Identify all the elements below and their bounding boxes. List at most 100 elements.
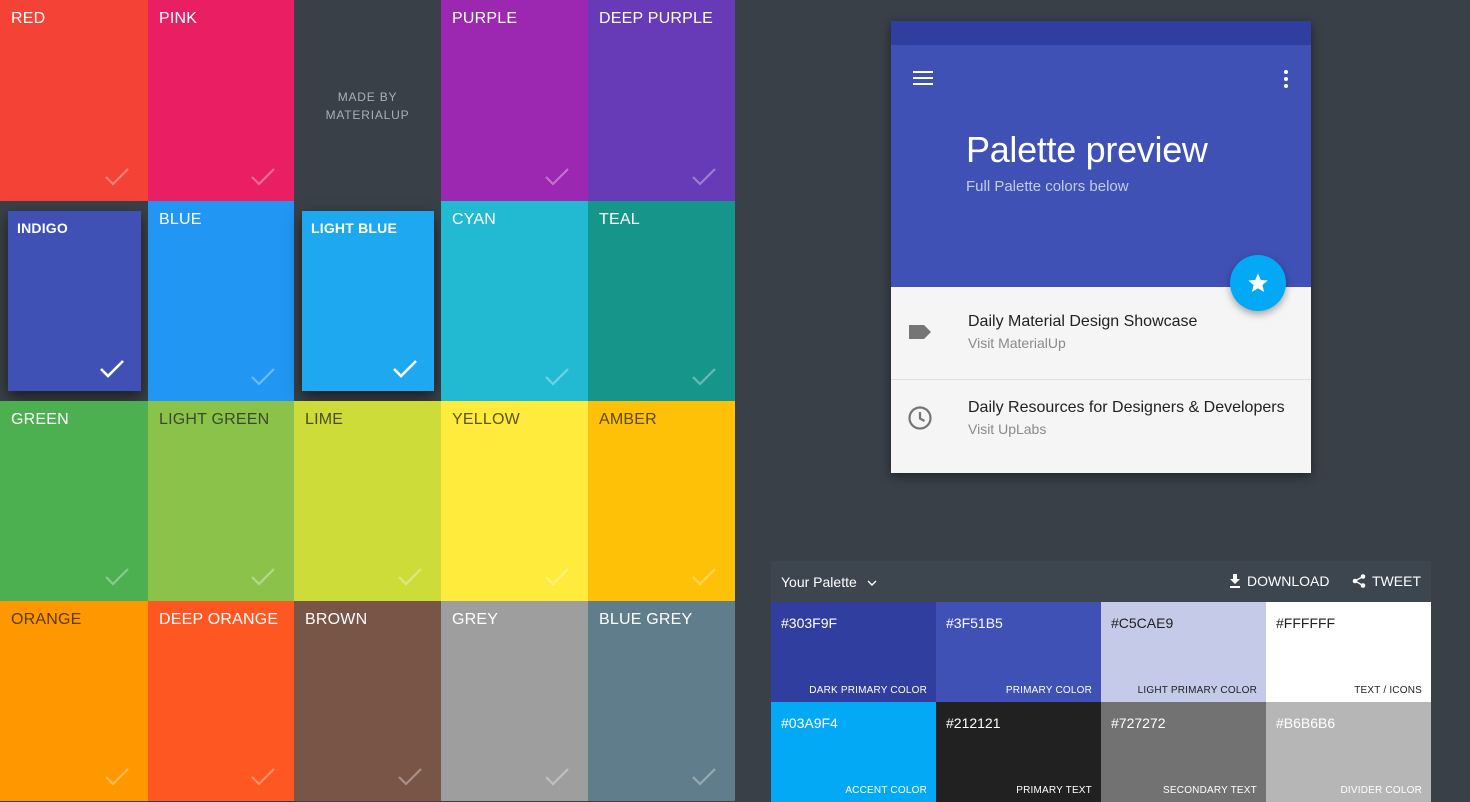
status-bar [891,21,1311,45]
color-tile-grey[interactable]: GREY [441,601,588,801]
list-item-primary: Daily Material Design Showcase [968,313,1198,330]
color-tile-label: DEEP ORANGE [159,611,279,628]
color-tile-blue-grey[interactable]: BLUE GREY [588,601,735,801]
swatch-role: PRIMARY TEXT [1016,785,1092,796]
list-item-secondary: Visit MaterialUp [968,335,1066,351]
color-tile-light-blue[interactable]: LIGHT BLUE [302,211,434,391]
color-tile-label: LIGHT BLUE [311,220,397,236]
swatch-role: DARK PRIMARY COLOR [809,685,927,696]
download-label: DOWNLOAD [1247,573,1330,589]
check-icon [545,568,569,586]
swatch-hex: #B6B6B6 [1276,715,1336,731]
color-tile-purple[interactable]: PURPLE [441,0,588,201]
swatch-hex: #212121 [946,715,1001,731]
color-tile-label: LIGHT GREEN [159,411,270,428]
check-icon [251,168,275,186]
list-item-primary: Daily Resources for Designers & Develope… [968,399,1285,416]
palette-swatch[interactable]: #B6B6B6 DIVIDER COLOR [1266,702,1431,802]
palette-swatch[interactable]: #212121 PRIMARY TEXT [936,702,1101,802]
share-icon [1352,574,1366,588]
check-icon [105,168,129,186]
palette-swatch[interactable]: #727272 SECONDARY TEXT [1101,702,1266,802]
color-tile-label: GREY [452,611,499,628]
check-icon [545,368,569,386]
list-item-uplabs[interactable]: Daily Resources for Designers & Develope… [891,373,1311,465]
swatch-role: ACCENT COLOR [845,785,927,796]
check-icon [398,768,422,786]
color-tile-pink[interactable]: PINK [148,0,294,201]
preview-title: Palette preview [966,129,1208,170]
color-tile-label: GREEN [11,411,69,428]
color-tile-cyan[interactable]: CYAN [441,201,588,401]
swatch-hex: #C5CAE9 [1111,615,1174,631]
color-tile-blue[interactable]: BLUE [148,201,294,401]
made-by-materialup[interactable]: MADE BY MATERIALUP [294,88,441,124]
palette-header: Your Palette DOWNLOAD TWEET [771,561,1431,602]
color-tile-orange[interactable]: ORANGE [0,601,148,801]
color-tile-label: RED [11,10,46,27]
swatch-hex: #3F51B5 [946,615,1003,631]
label-icon [907,319,933,345]
download-icon [1230,574,1240,588]
favorite-fab-button[interactable] [1230,255,1286,311]
tweet-button[interactable]: TWEET [1352,573,1421,589]
color-tile-label: PURPLE [452,10,518,27]
palette-swatch[interactable]: #C5CAE9 LIGHT PRIMARY COLOR [1101,602,1266,702]
color-tile-amber[interactable]: AMBER [588,401,735,601]
color-tile-teal[interactable]: TEAL [588,201,735,401]
check-icon [692,368,716,386]
check-icon [692,768,716,786]
swatch-role: SECONDARY TEXT [1163,785,1257,796]
swatch-role: TEXT / ICONS [1354,685,1422,696]
palette-swatch[interactable]: #03A9F4 ACCENT COLOR [771,702,936,802]
download-button[interactable]: DOWNLOAD [1229,573,1329,589]
swatch-hex: #303F9F [781,615,838,631]
star-icon [1248,273,1268,292]
check-icon [251,568,275,586]
check-icon [692,168,716,186]
clock-icon [907,405,933,431]
color-tile-lime[interactable]: LIME [294,401,441,601]
palette-swatch[interactable]: #FFFFFF TEXT / ICONS [1266,602,1431,702]
color-tile-label: ORANGE [11,611,82,628]
color-tile-label: PINK [159,10,198,27]
list-item-secondary: Visit UpLabs [968,421,1047,437]
color-tile-label: LIME [305,411,344,428]
your-palette-panel: Your Palette DOWNLOAD TWEET #303F9F DARK … [771,561,1431,802]
palette-preview-card: Palette preview Full Palette colors belo… [891,21,1311,473]
check-icon [398,568,422,586]
color-tile-indigo[interactable]: INDIGO [8,211,141,391]
color-grid: RED PINK MADE BY MATERIALUP PURPLE DEEP PURPL… [0,0,735,801]
check-icon [545,768,569,786]
check-icon [105,768,129,786]
color-tile-deep-orange[interactable]: DEEP ORANGE [148,601,294,801]
swatch-hex: #03A9F4 [781,715,838,731]
color-tile-brown[interactable]: BROWN [294,601,441,801]
color-tile-light-green[interactable]: LIGHT GREEN [148,401,294,601]
preview-subtitle: Full Palette colors below [966,178,1129,195]
check-icon [692,568,716,586]
color-tile-red[interactable]: RED [0,0,148,201]
color-tile-label: BLUE [159,211,202,228]
check-icon [105,568,129,586]
made-by-line: MATERIALUP [325,108,410,122]
color-tile-yellow[interactable]: YELLOW [441,401,588,601]
color-tile-label: CYAN [452,211,497,228]
color-tile-label: BLUE GREY [599,611,693,628]
more-vert-icon[interactable] [1276,68,1296,90]
check-icon [251,768,275,786]
swatch-hex: #727272 [1111,715,1166,731]
palette-dropdown[interactable]: Your Palette [781,574,877,590]
color-tile-green[interactable]: GREEN [0,401,148,601]
check-icon [545,168,569,186]
check-icon [393,360,417,378]
palette-swatch[interactable]: #303F9F DARK PRIMARY COLOR [771,602,936,702]
palette-title: Your Palette [781,574,857,590]
color-tile-deep-purple[interactable]: DEEP PURPLE [588,0,735,201]
palette-swatch[interactable]: #3F51B5 PRIMARY COLOR [936,602,1101,702]
menu-icon[interactable] [913,68,935,88]
color-tile-label: BROWN [305,611,368,628]
swatch-hex: #FFFFFF [1276,615,1336,631]
color-tile-label: AMBER [599,411,657,428]
check-icon [251,368,275,386]
